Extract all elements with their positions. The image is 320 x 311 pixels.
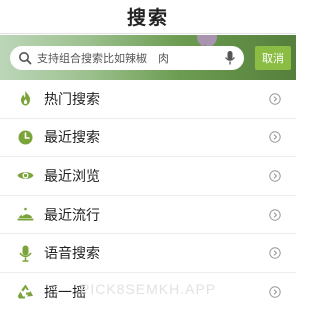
chevron-right-icon xyxy=(269,247,281,259)
menu-item-label: 最近搜索 xyxy=(44,130,100,147)
chevron-right-icon xyxy=(269,170,281,182)
search-input[interactable]: 支持组合搜索比如辣椒 肉 xyxy=(10,46,244,70)
clock-icon xyxy=(17,129,34,146)
chevron-right-icon xyxy=(269,208,281,221)
menu-item-recent-trending[interactable]: 最近流行 xyxy=(0,196,296,235)
menu-item-label: 热门搜索 xyxy=(44,91,100,108)
page-title: 搜索 xyxy=(126,7,169,29)
chevron-right-icon xyxy=(269,286,281,298)
menu-item-label: 语音搜索 xyxy=(44,246,100,263)
chevron-right-icon xyxy=(269,93,281,105)
menu-item-recent-browse[interactable]: 最近浏览 xyxy=(0,157,296,196)
menu-item-voice-search[interactable]: 语音搜索 xyxy=(0,234,296,273)
menu-item-hot-search[interactable]: 热门搜索 xyxy=(0,80,296,119)
menu-item-recent-search[interactable]: 最近搜索 xyxy=(0,119,296,158)
microphone-icon[interactable] xyxy=(224,50,236,66)
food-cover-icon xyxy=(17,206,34,223)
eye-icon xyxy=(17,167,34,184)
top-bar: 搜索 xyxy=(0,0,296,34)
chevron-right-icon xyxy=(269,131,281,144)
recycle-icon xyxy=(17,283,34,300)
menu-item-label: 最近浏览 xyxy=(44,168,100,185)
menu-item-label: 最近流行 xyxy=(44,207,100,224)
watermark-text: PICK8SEMKH.APP xyxy=(80,281,217,297)
search-icon xyxy=(19,52,32,65)
search-menu-list: 热门搜索 最近搜索 最近浏览 最近流行 语音搜索 摇一摇 xyxy=(0,80,296,311)
microphone-icon xyxy=(17,245,34,262)
search-placeholder: 支持组合搜索比如辣椒 肉 xyxy=(37,52,169,65)
fire-icon xyxy=(17,90,34,107)
cancel-button[interactable]: 取消 xyxy=(255,46,291,70)
